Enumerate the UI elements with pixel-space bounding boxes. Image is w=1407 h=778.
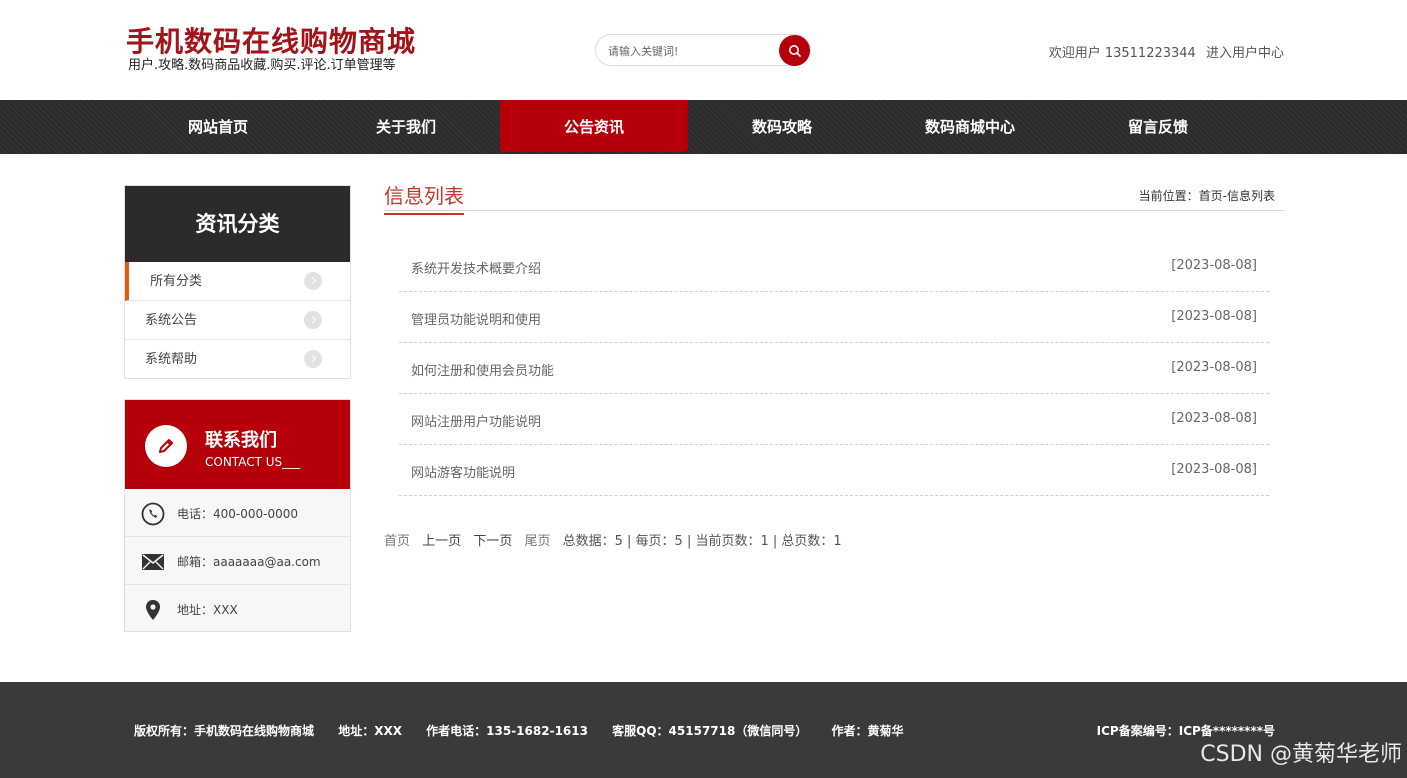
nav-item-mall[interactable]: 数码商城中心 [876,100,1064,154]
footer-qq: 客服QQ：45157718（微信同号） [612,724,808,738]
category-item-label: 所有分类 [150,274,203,289]
contact-subtitle: CONTACT US___ [205,455,301,469]
breadcrumb: 当前位置：首页-信息列表 [1138,189,1275,203]
list-item[interactable]: 系统开发技术概要介绍 [2023-08-08] [399,241,1269,292]
contact-phone: 电话：400-000-0000 [177,507,299,521]
user-area: 欢迎用户 13511223344 进入用户中心 [1043,42,1284,61]
mail-icon [140,550,166,574]
list-item-date: [2023-08-08] [1171,258,1257,273]
nav-item-feedback[interactable]: 留言反馈 [1064,100,1252,154]
pager-summary: 总数据：5 | 每页：5 | 当前页数：1 | 总页数：1 [562,534,842,549]
contact-phone-row: 电话：400-000-0000 [125,489,350,537]
contact-title: 联系我们 [205,430,277,451]
list-item-title[interactable]: 系统开发技术概要介绍 [411,258,541,277]
list-item[interactable]: 如何注册和使用会员功能 [2023-08-08] [399,343,1269,394]
pager-next-link[interactable]: 下一页 [473,534,512,549]
list-item[interactable]: 网站游客功能说明 [2023-08-08] [399,445,1269,496]
chevron-right-icon [304,272,322,290]
list-item-date: [2023-08-08] [1171,411,1257,426]
list-item[interactable]: 管理员功能说明和使用 [2023-08-08] [399,292,1269,343]
nav-item-guides[interactable]: 数码攻略 [688,100,876,154]
footer-copyright: 版权所有：手机数码在线购物商城 [134,724,315,738]
contact-address: 地址：XXX [177,603,238,617]
site-subtitle: 用户.攻略.数码商品收藏.购买.评论.订单管理等 [128,58,396,73]
location-pin-icon [140,598,166,622]
category-item-announcements[interactable]: 系统公告 [125,301,350,340]
title-divider [384,210,1284,211]
list-item[interactable]: 网站注册用户功能说明 [2023-08-08] [399,394,1269,445]
search-box [595,34,811,66]
category-panel: 资讯分类 所有分类 系统公告 系统帮助 [124,185,351,379]
news-list: 系统开发技术概要介绍 [2023-08-08] 管理员功能说明和使用 [2023… [399,241,1269,496]
footer-phone: 作者电话：135-1682-1613 [426,724,588,738]
search-button[interactable] [779,35,810,66]
welcome-text: 欢迎用户 13511223344 [1048,46,1196,61]
footer-address: 地址：XXX [338,724,402,738]
list-item-title[interactable]: 如何注册和使用会员功能 [411,360,554,379]
search-icon [788,44,801,57]
category-item-label: 系统公告 [145,313,198,328]
footer-author: 作者：黄菊华 [831,724,904,738]
list-item-date: [2023-08-08] [1171,462,1257,477]
pager-first-link[interactable]: 首页 [384,534,410,549]
csdn-watermark: CSDN @黄菊华老师 [1200,742,1402,767]
nav-item-home[interactable]: 网站首页 [124,100,312,154]
list-item-title[interactable]: 网站注册用户功能说明 [411,411,541,430]
contact-email-row: 邮箱：aaaaaaa@aa.com [125,537,350,585]
contact-address-row: 地址：XXX [125,585,350,633]
user-center-link[interactable]: 进入用户中心 [1206,46,1284,61]
site-footer: 版权所有：手机数码在线购物商城 地址：XXX 作者电话：135-1682-161… [0,682,1407,778]
pencil-icon [145,425,187,467]
category-item-help[interactable]: 系统帮助 [125,340,350,379]
footer-info: 版权所有：手机数码在线购物商城 地址：XXX 作者电话：135-1682-161… [134,722,924,739]
pager-last-link[interactable]: 尾页 [524,534,550,549]
list-item-title[interactable]: 网站游客功能说明 [411,462,515,481]
pagination: 首页 上一页 下一页 尾页 总数据：5 | 每页：5 | 当前页数：1 | 总页… [384,530,850,549]
category-item-label: 系统帮助 [145,352,198,367]
list-item-title[interactable]: 管理员功能说明和使用 [411,309,541,328]
site-header: 手机数码在线购物商城 用户.攻略.数码商品收藏.购买.评论.订单管理等 欢迎用户… [0,0,1407,100]
category-title: 资讯分类 [125,186,350,262]
contact-header: 联系我们 CONTACT US___ [125,400,350,489]
main-nav: 网站首页 关于我们 公告资讯 数码攻略 数码商城中心 留言反馈 [0,100,1407,154]
chevron-right-icon [304,311,322,329]
search-input[interactable] [608,41,768,61]
phone-icon [140,502,166,526]
category-item-all[interactable]: 所有分类 [125,262,350,301]
nav-item-about[interactable]: 关于我们 [312,100,500,154]
chevron-right-icon [304,350,322,368]
nav-item-news[interactable]: 公告资讯 [500,100,688,152]
pager-prev-link[interactable]: 上一页 [422,534,461,549]
list-item-date: [2023-08-08] [1171,309,1257,324]
contact-email: 邮箱：aaaaaaa@aa.com [177,555,321,569]
contact-panel: 联系我们 CONTACT US___ 电话：400-000-0000 邮箱：aa… [124,399,351,632]
list-item-date: [2023-08-08] [1171,360,1257,375]
